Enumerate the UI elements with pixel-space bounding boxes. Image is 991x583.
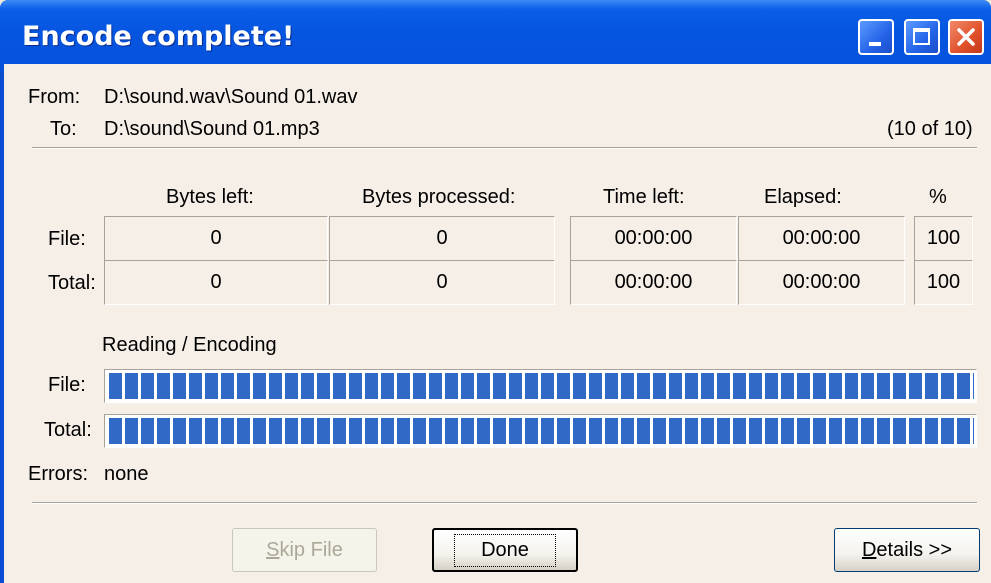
header-bytes-left: Bytes left: <box>166 186 254 208</box>
total-elapsed: 00:00:00 <box>738 260 905 305</box>
file-elapsed: 00:00:00 <box>738 216 905 261</box>
header-elapsed: Elapsed: <box>764 186 842 208</box>
total-bytes-left: 0 <box>104 260 328 305</box>
skip-file-button[interactable]: Skip File <box>232 528 377 572</box>
file-time-left: 00:00:00 <box>570 216 737 261</box>
file-progress-bar <box>104 369 977 403</box>
encode-dialog: Encode complete! From: D:\sound.wav\Soun… <box>0 0 991 583</box>
done-label: Done <box>454 533 556 567</box>
file-bytes-processed: 0 <box>329 216 555 261</box>
to-label: To: <box>50 118 77 140</box>
header-time-left: Time left: <box>603 186 685 208</box>
details-label: Details >> <box>862 539 952 562</box>
total-bytes-left-value: 0 <box>210 271 222 293</box>
total-elapsed-value: 00:00:00 <box>782 271 861 293</box>
details-button[interactable]: Details >> <box>834 528 980 572</box>
top-divider <box>32 147 977 149</box>
file-progress-label: File: <box>48 374 86 396</box>
done-button[interactable]: Done <box>432 528 578 572</box>
from-label: From: <box>28 86 81 108</box>
file-time-left-value: 00:00:00 <box>614 227 693 249</box>
total-row-label: Total: <box>48 272 96 294</box>
close-button[interactable] <box>948 19 984 55</box>
errors-label: Errors: <box>28 463 88 485</box>
total-bytes-processed-value: 0 <box>436 271 448 293</box>
details-accel: D <box>861 538 877 561</box>
file-row-label: File: <box>48 228 86 250</box>
file-percent: 100 <box>914 216 973 261</box>
window-title: Encode complete! <box>22 21 295 52</box>
skip-file-accel: S <box>266 538 280 561</box>
file-elapsed-value: 00:00:00 <box>782 227 861 249</box>
total-percent-value: 100 <box>926 271 961 293</box>
to-path: D:\sound\Sound 01.mp3 <box>104 118 320 140</box>
close-icon <box>957 28 975 46</box>
file-bytes-processed-value: 0 <box>436 227 448 249</box>
total-percent: 100 <box>914 260 973 305</box>
total-progress-label: Total: <box>44 419 92 441</box>
from-path: D:\sound.wav\Sound 01.wav <box>104 86 358 108</box>
file-percent-value: 100 <box>926 227 961 249</box>
total-time-left: 00:00:00 <box>570 260 737 305</box>
file-bytes-left-value: 0 <box>210 227 222 249</box>
file-progress-fill <box>109 373 974 399</box>
file-counter: (10 of 10) <box>887 118 973 140</box>
total-time-left-value: 00:00:00 <box>614 271 693 293</box>
dialog-body: From: D:\sound.wav\Sound 01.wav To: D:\s… <box>4 64 991 583</box>
total-progress-bar <box>104 414 977 448</box>
skip-file-label: Skip File <box>266 539 343 562</box>
total-bytes-processed: 0 <box>329 260 555 305</box>
minimize-button[interactable] <box>858 19 894 55</box>
maximize-button[interactable] <box>904 19 940 55</box>
header-percent: % <box>929 186 947 208</box>
header-bytes-processed: Bytes processed: <box>362 186 516 208</box>
skip-file-text: kip File <box>279 538 343 561</box>
file-bytes-left: 0 <box>104 216 328 261</box>
bottom-divider <box>32 502 977 504</box>
details-text: etails >> <box>876 538 953 561</box>
errors-value: none <box>104 463 149 485</box>
total-progress-fill <box>109 418 974 444</box>
progress-section-label: Reading / Encoding <box>102 334 277 356</box>
